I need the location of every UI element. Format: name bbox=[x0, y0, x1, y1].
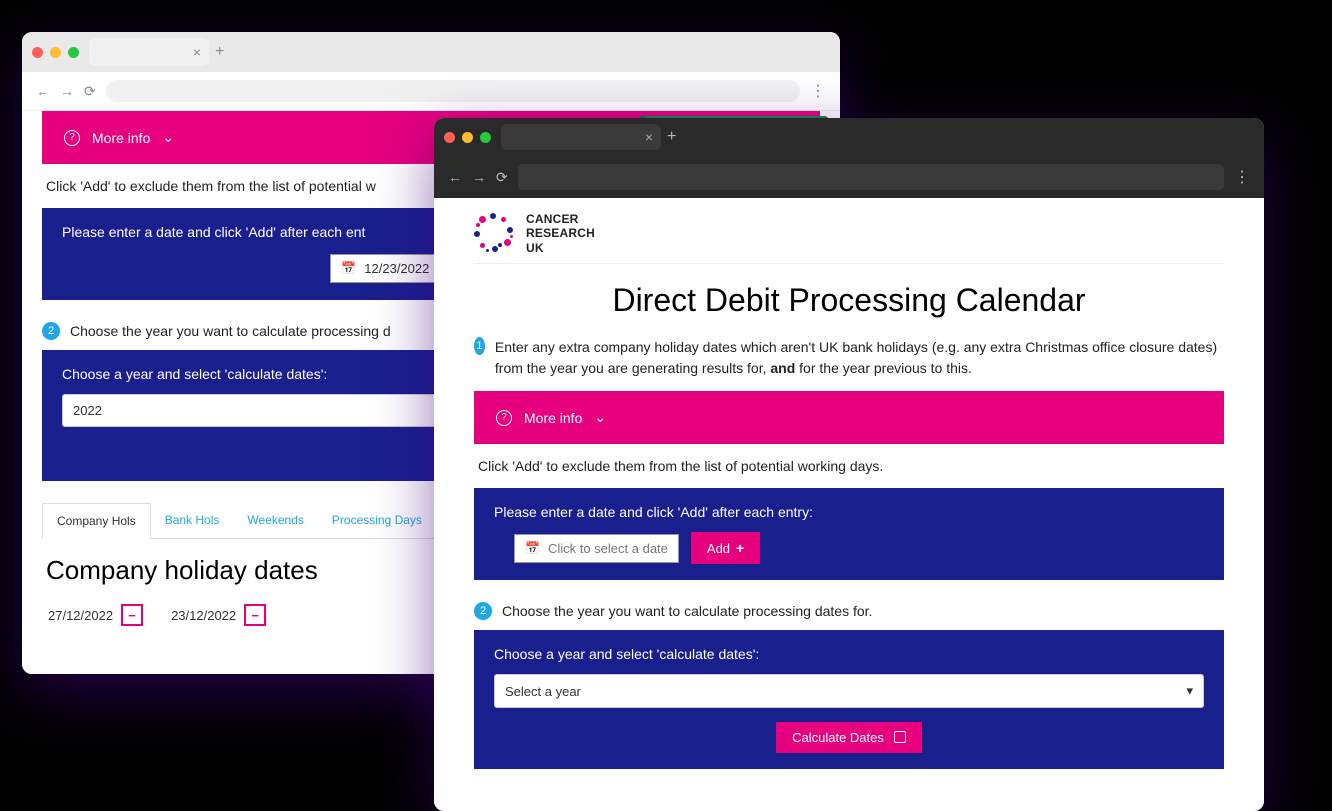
date-entry-prompt: Please enter a date and click 'Add' afte… bbox=[494, 504, 1204, 520]
back-icon[interactable]: ← bbox=[448, 169, 462, 185]
year-placeholder: Select a year bbox=[505, 684, 581, 699]
page-body: CANCER RESEARCH UK Direct Debit Processi… bbox=[434, 198, 1264, 811]
menu-icon[interactable]: ⋮ bbox=[810, 81, 826, 101]
new-tab-button[interactable]: + bbox=[215, 43, 224, 61]
step-text: Choose the year you want to calculate pr… bbox=[70, 323, 391, 339]
page-title: Direct Debit Processing Calendar bbox=[474, 282, 1224, 319]
browser-toolbar: ← → ⟳ ⋮ bbox=[22, 72, 840, 111]
browser-toolbar: ← → ⟳ ⋮ bbox=[434, 156, 1264, 198]
add-label: Add bbox=[707, 541, 730, 556]
close-icon[interactable] bbox=[444, 132, 455, 143]
minimize-icon[interactable] bbox=[462, 132, 473, 143]
address-bar[interactable] bbox=[518, 164, 1224, 190]
brand-line: CANCER bbox=[526, 212, 595, 226]
forward-icon[interactable]: → bbox=[60, 83, 74, 99]
calendar-icon: 📅 bbox=[525, 541, 540, 555]
date-value: 12/23/2022 bbox=[364, 261, 429, 276]
help-icon: ? bbox=[64, 130, 80, 146]
holiday-chip: 27/12/2022 − bbox=[48, 604, 143, 626]
add-button[interactable]: Add + bbox=[691, 532, 760, 564]
tab-strip: × + bbox=[22, 32, 840, 72]
calculate-button[interactable]: Calculate Dates bbox=[776, 722, 922, 753]
menu-icon[interactable]: ⋮ bbox=[1234, 167, 1250, 187]
step-text: Enter any extra company holiday dates wh… bbox=[495, 337, 1224, 379]
address-bar[interactable] bbox=[106, 80, 800, 102]
date-entry-box: Please enter a date and click 'Add' afte… bbox=[474, 488, 1224, 580]
step-text-b: for the year previous to this. bbox=[795, 360, 972, 376]
step-badge: 2 bbox=[42, 322, 60, 340]
remove-date-button[interactable]: − bbox=[121, 604, 143, 626]
tab-weekends[interactable]: Weekends bbox=[233, 503, 317, 538]
brand-line: UK bbox=[526, 241, 595, 255]
chip-date: 23/12/2022 bbox=[171, 608, 236, 623]
plus-icon: + bbox=[736, 540, 744, 556]
chip-date: 27/12/2022 bbox=[48, 608, 113, 623]
step-text-bold: and bbox=[770, 360, 795, 376]
year-select[interactable]: Select a year ▾ bbox=[494, 674, 1204, 708]
tab-processing[interactable]: Processing Days bbox=[318, 503, 436, 538]
step-2-row: 2 Choose the year you want to calculate … bbox=[474, 602, 1224, 620]
browser-tab[interactable]: × bbox=[501, 124, 661, 150]
window-dark: × + ← → ⟳ ⋮ CANCER RESEARCH UK Direct De… bbox=[434, 118, 1264, 811]
traffic-lights bbox=[32, 47, 79, 58]
chevron-down-icon: ⌄ bbox=[594, 409, 606, 426]
date-input[interactable]: 📅 Click to select a date bbox=[514, 534, 679, 563]
tab-strip: × + bbox=[434, 118, 1264, 156]
step-badge: 1 bbox=[474, 337, 485, 355]
maximize-icon[interactable] bbox=[480, 132, 491, 143]
chevron-down-icon: ⌄ bbox=[162, 129, 174, 146]
more-info-label: More info bbox=[524, 410, 582, 426]
date-input[interactable]: 📅 12/23/2022 bbox=[330, 254, 450, 283]
back-icon[interactable]: ← bbox=[36, 83, 50, 99]
calculate-label: Calculate Dates bbox=[792, 730, 884, 745]
tab-bank-hols[interactable]: Bank Hols bbox=[151, 503, 234, 538]
step-text: Choose the year you want to calculate pr… bbox=[502, 603, 872, 619]
new-tab-button[interactable]: + bbox=[667, 128, 676, 146]
exclude-instruction: Click 'Add' to exclude them from the lis… bbox=[478, 458, 1220, 474]
help-icon: ? bbox=[496, 410, 512, 426]
brand: CANCER RESEARCH UK bbox=[474, 198, 1224, 264]
traffic-lights bbox=[444, 132, 491, 143]
close-icon[interactable] bbox=[32, 47, 43, 58]
holiday-chip: 23/12/2022 − bbox=[171, 604, 266, 626]
date-placeholder: Click to select a date bbox=[548, 541, 668, 556]
browser-tab[interactable]: × bbox=[89, 38, 209, 66]
save-icon bbox=[890, 730, 906, 745]
refresh-icon[interactable]: ⟳ bbox=[84, 83, 96, 100]
year-prompt: Choose a year and select 'calculate date… bbox=[494, 646, 1204, 662]
year-box: Choose a year and select 'calculate date… bbox=[474, 630, 1224, 769]
step-1-row: 1 Enter any extra company holiday dates … bbox=[474, 337, 1224, 379]
year-value: 2022 bbox=[73, 403, 102, 418]
brand-line: RESEARCH bbox=[526, 226, 595, 240]
tab-company-hols[interactable]: Company Hols bbox=[42, 503, 151, 539]
step-badge: 2 bbox=[474, 602, 492, 620]
minimize-icon[interactable] bbox=[50, 47, 61, 58]
forward-icon[interactable]: → bbox=[472, 169, 486, 185]
calendar-icon: 📅 bbox=[341, 261, 356, 275]
refresh-icon[interactable]: ⟳ bbox=[496, 169, 508, 186]
info-banner[interactable]: ? More info ⌄ bbox=[474, 391, 1224, 444]
more-info-label: More info bbox=[92, 130, 150, 146]
remove-date-button[interactable]: − bbox=[244, 604, 266, 626]
chevron-down-icon: ▾ bbox=[1186, 683, 1193, 699]
brand-text: CANCER RESEARCH UK bbox=[526, 212, 595, 255]
logo-icon bbox=[474, 213, 516, 255]
maximize-icon[interactable] bbox=[68, 47, 79, 58]
